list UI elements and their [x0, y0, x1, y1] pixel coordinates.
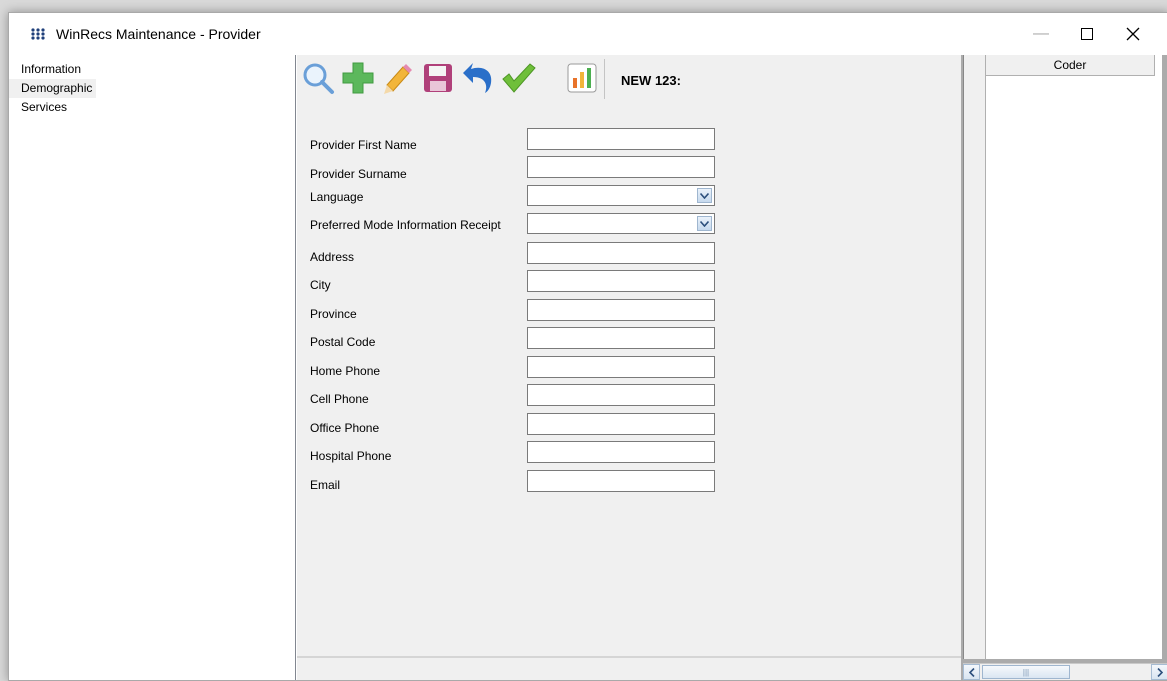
city-input[interactable] — [527, 270, 715, 292]
report-button[interactable] — [563, 59, 601, 97]
close-button[interactable] — [1110, 13, 1156, 55]
provider-surname-input[interactable] — [527, 156, 715, 178]
plus-icon — [342, 62, 374, 94]
scroll-left-button[interactable] — [963, 664, 980, 680]
field-label-surname: Provider Surname — [310, 167, 407, 181]
postal-code-input[interactable] — [527, 327, 715, 349]
field-label-address: Address — [310, 250, 355, 264]
undo-arrow-icon — [463, 63, 492, 93]
address-input[interactable] — [527, 242, 715, 264]
home-phone-input[interactable] — [527, 356, 715, 378]
navigation-sidebar: Information Demographic Services — [9, 55, 296, 680]
status-strip — [297, 656, 961, 680]
maximize-button[interactable] — [1064, 13, 1110, 55]
magnifier-icon — [303, 63, 334, 94]
sidebar-item-information[interactable]: Information — [9, 60, 96, 79]
scroll-right-button[interactable] — [1151, 664, 1167, 680]
field-label-home-phone: Home Phone — [310, 364, 381, 378]
grid-row-headers — [964, 75, 986, 659]
bar-chart-icon — [567, 63, 597, 93]
form-row-province: Province — [297, 299, 961, 323]
hospital-phone-input[interactable] — [527, 441, 715, 463]
cell-phone-input[interactable] — [527, 384, 715, 406]
field-label-office-phone: Office Phone — [310, 421, 380, 435]
accept-button[interactable] — [499, 59, 537, 97]
provider-window: WinRecs Maintenance - Provider — Informa… — [8, 12, 1167, 681]
toolbar-separator — [604, 59, 605, 99]
form-row-preferred-mode: Preferred Mode Information Receipt — [297, 213, 961, 237]
field-label-postal-code: Postal Code — [310, 335, 376, 349]
form-row-language: Language — [297, 185, 961, 209]
grid-corner-header[interactable] — [964, 55, 986, 76]
maximize-icon — [1081, 28, 1093, 40]
chevron-down-icon[interactable] — [697, 188, 712, 203]
form-row-cell-phone: Cell Phone — [297, 384, 961, 408]
chevron-left-icon — [968, 667, 975, 677]
save-button[interactable] — [419, 59, 457, 97]
checkmark-icon — [502, 63, 536, 93]
undo-button[interactable] — [459, 59, 497, 97]
form-row-postal-code: Postal Code — [297, 327, 961, 351]
province-input[interactable] — [527, 299, 715, 321]
title-bar[interactable]: WinRecs Maintenance - Provider — — [9, 13, 1167, 55]
minimize-button[interactable]: — — [1018, 13, 1064, 55]
chevron-down-icon[interactable] — [697, 216, 712, 231]
chevron-right-icon — [1156, 667, 1163, 677]
form-row-surname: Provider Surname — [297, 156, 961, 181]
coder-grid[interactable]: Coder — [963, 55, 1162, 659]
record-label: NEW 123: — [621, 73, 681, 88]
horizontal-scrollbar[interactable]: ||| — [963, 663, 1167, 680]
form-row-office-phone: Office Phone — [297, 413, 961, 437]
scroll-thumb[interactable]: ||| — [982, 665, 1070, 679]
sidebar-item-services[interactable]: Services — [9, 98, 96, 117]
form-row-address: Address — [297, 242, 961, 266]
add-button[interactable] — [339, 59, 377, 97]
grid-column-header-coder[interactable]: Coder — [986, 55, 1155, 76]
sidebar-item-demographic[interactable]: Demographic — [9, 79, 96, 98]
close-icon — [1126, 27, 1140, 41]
provider-first-name-input[interactable] — [527, 128, 715, 150]
form-row-home-phone: Home Phone — [297, 356, 961, 380]
email-input[interactable] — [527, 470, 715, 492]
main-panel: NEW 123: Provider First Name Provider Su… — [297, 55, 961, 680]
floppy-disk-icon — [424, 64, 452, 92]
edit-button[interactable] — [379, 59, 417, 97]
search-button[interactable] — [299, 59, 337, 97]
coder-panel: Coder ||| — [961, 55, 1167, 680]
toolbar: NEW 123: — [297, 55, 961, 103]
field-label-city: City — [310, 278, 331, 292]
window-title: WinRecs Maintenance - Provider — [56, 26, 261, 42]
field-label-hospital-phone: Hospital Phone — [310, 449, 392, 463]
field-label-first-name: Provider First Name — [310, 138, 417, 152]
pencil-icon — [384, 64, 412, 94]
office-phone-input[interactable] — [527, 413, 715, 435]
field-label-province: Province — [310, 307, 357, 321]
app-icon — [31, 28, 45, 40]
form-row-email: Email — [297, 470, 961, 494]
field-label-language: Language — [310, 190, 364, 204]
language-select[interactable] — [527, 185, 715, 206]
field-label-email: Email — [310, 478, 341, 492]
form-row-hospital-phone: Hospital Phone — [297, 441, 961, 465]
preferred-mode-select[interactable] — [527, 213, 715, 234]
field-label-preferred-mode: Preferred Mode Information Receipt — [310, 218, 501, 232]
field-label-cell-phone: Cell Phone — [310, 392, 369, 406]
form-row-city: City — [297, 270, 961, 294]
form-row-first-name: Provider First Name — [297, 128, 961, 152]
